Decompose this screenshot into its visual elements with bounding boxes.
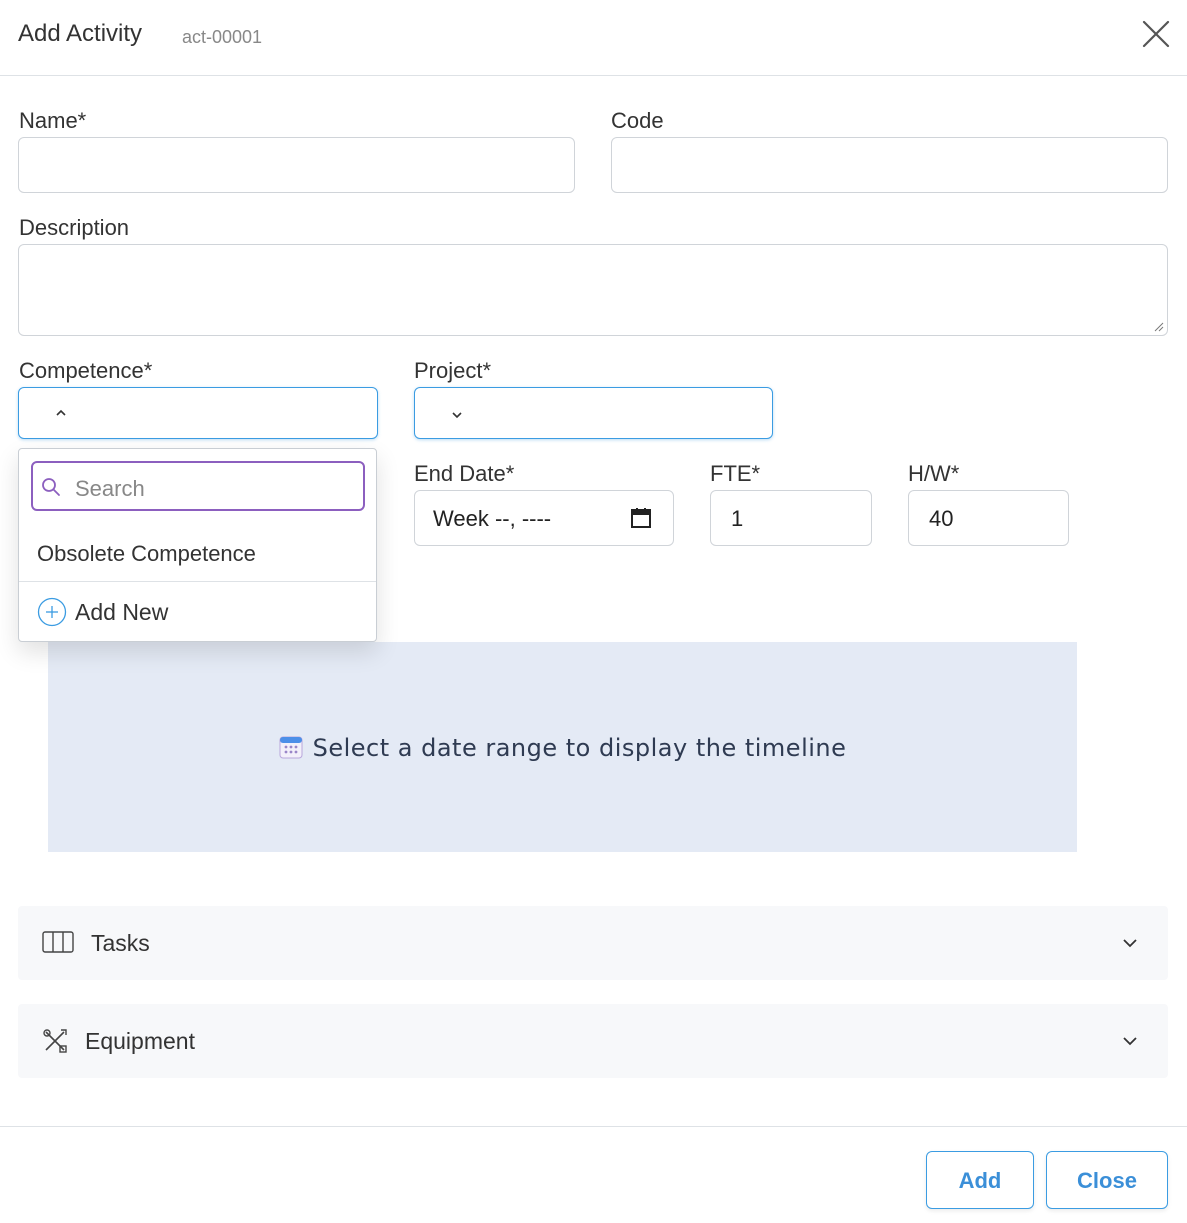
code-input[interactable] (611, 137, 1168, 193)
timeline-message: Select a date range to display the timel… (312, 734, 847, 762)
hw-value: 40 (929, 506, 954, 531)
equipment-label: Equipment (85, 1028, 195, 1054)
code-label: Code (611, 108, 664, 133)
add-button[interactable]: Add (926, 1151, 1034, 1209)
competence-select[interactable] (18, 387, 378, 439)
equipment-section-header[interactable]: Equipment (18, 1004, 1168, 1078)
project-select[interactable] (414, 387, 773, 439)
chevron-up-icon (56, 409, 66, 416)
chevron-down-icon (1123, 1037, 1137, 1046)
plus-circle-icon (37, 597, 67, 627)
fte-value: 1 (731, 506, 744, 531)
name-label: Name* (19, 108, 87, 133)
end-date-input[interactable]: Week --, ---- (414, 490, 674, 546)
add-new-option[interactable]: Add New (37, 597, 168, 627)
activity-id: act-00001 (182, 27, 263, 47)
tasks-section-header[interactable]: Tasks (18, 906, 1168, 980)
competence-label: Competence* (19, 358, 153, 383)
calendar-icon[interactable] (630, 507, 652, 529)
modal-header: Add Activity act-00001 (0, 0, 1187, 76)
footer-divider (0, 1126, 1187, 1127)
dropdown-option[interactable]: Obsolete Competence (37, 541, 256, 567)
timeline-placeholder: Select a date range to display the timel… (48, 642, 1077, 852)
name-input[interactable] (18, 137, 575, 193)
chevron-down-icon (452, 412, 462, 419)
competence-dropdown: Search Obsolete Competence Add New (18, 448, 377, 642)
hw-input[interactable]: 40 (908, 490, 1069, 546)
close-button[interactable]: Close (1046, 1151, 1168, 1209)
modal-title: Add Activity (18, 20, 143, 47)
add-new-label: Add New (75, 598, 169, 625)
hw-label: H/W* (908, 461, 960, 486)
tasks-label: Tasks (91, 930, 150, 956)
search-placeholder: Search (75, 476, 145, 501)
dropdown-divider (19, 581, 376, 582)
end-date-value: Week --, ---- (433, 506, 552, 531)
resize-handle-icon[interactable] (1154, 322, 1164, 332)
description-label: Description (19, 215, 130, 240)
fte-input[interactable]: 1 (710, 490, 872, 546)
tools-icon (43, 1029, 67, 1053)
project-label: Project* (414, 358, 492, 383)
search-icon (42, 478, 60, 496)
close-icon[interactable] (1140, 18, 1172, 50)
fte-label: FTE* (710, 461, 761, 486)
columns-icon (42, 931, 74, 953)
dropdown-search-input[interactable]: Search (31, 461, 365, 511)
chevron-down-icon (1123, 939, 1137, 948)
description-textarea[interactable] (18, 244, 1168, 336)
calendar-emoji-icon (279, 736, 303, 759)
end-date-label: End Date* (414, 461, 515, 486)
